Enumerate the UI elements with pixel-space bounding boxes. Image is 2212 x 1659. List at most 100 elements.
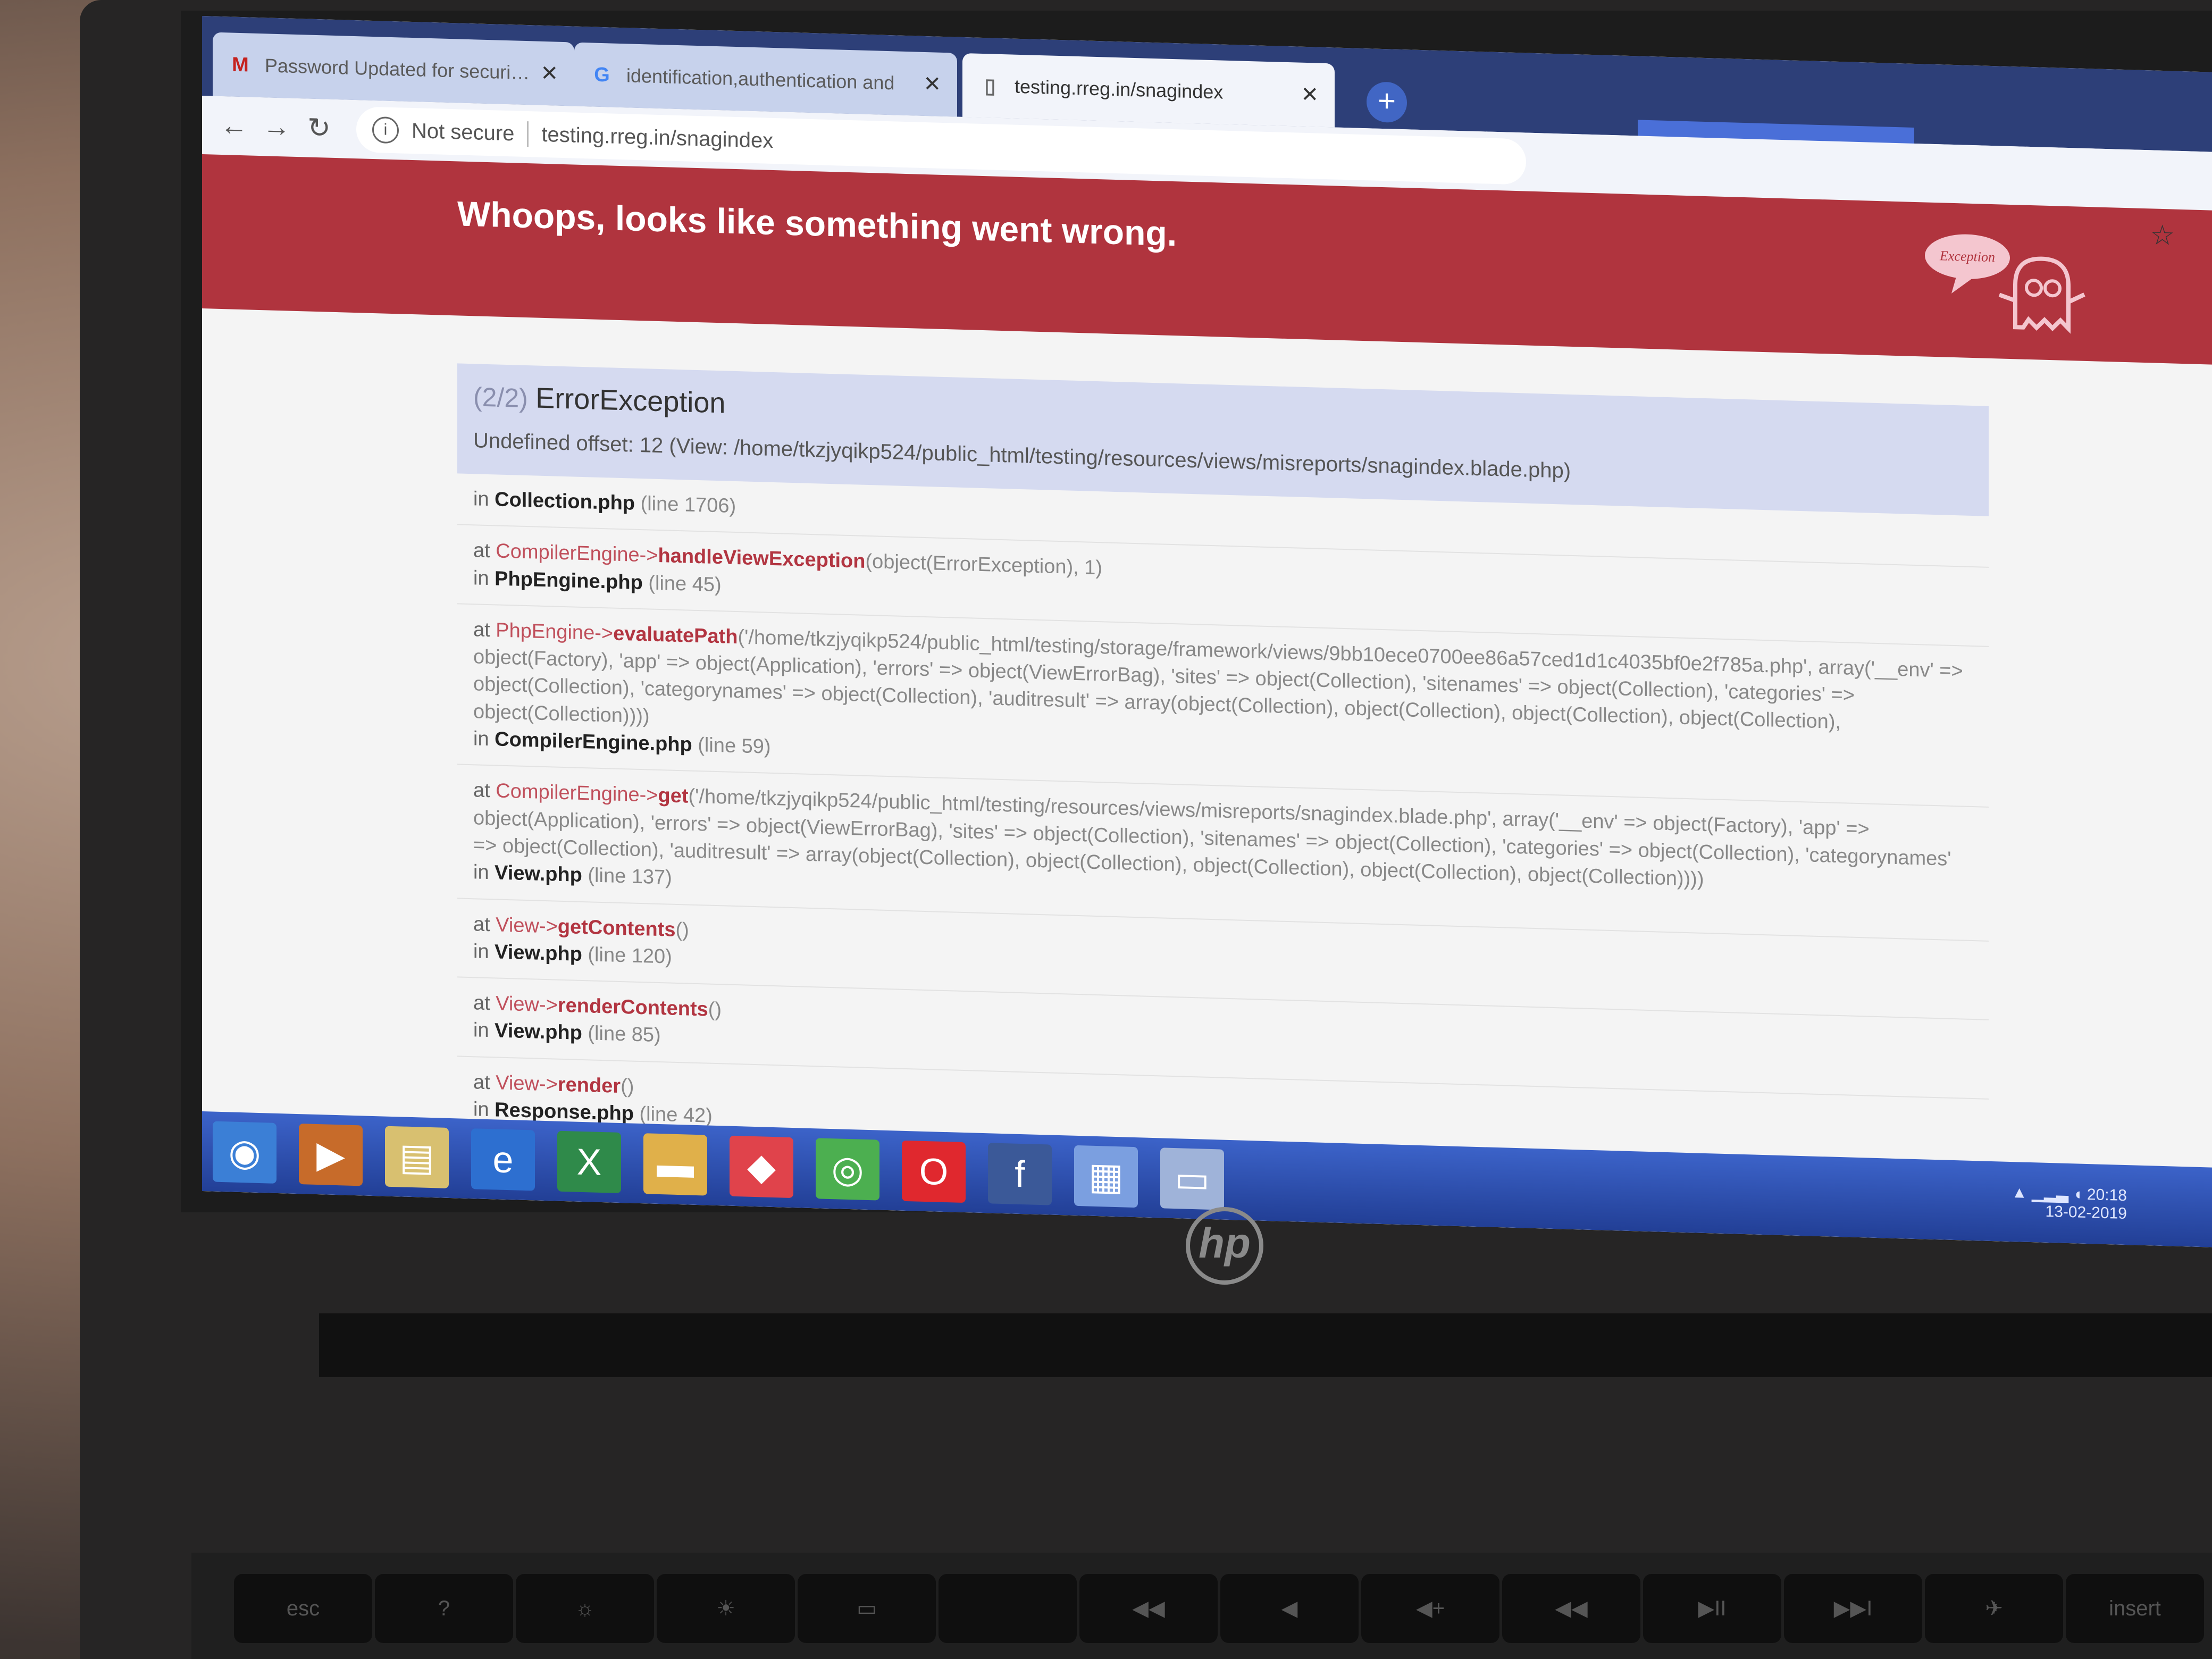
keyboard-key: ☀ — [657, 1574, 795, 1643]
internet-explorer-icon[interactable]: e — [471, 1128, 535, 1191]
tab-title: Password Updated for security n — [265, 54, 530, 84]
mascot-label: Exception — [1939, 248, 1995, 265]
in-prefix: in — [473, 940, 489, 963]
facebook-icon[interactable]: f — [988, 1143, 1052, 1205]
keyboard-key: ▶II — [1643, 1574, 1781, 1643]
frame-class: View — [496, 1071, 539, 1095]
volume-icon[interactable]: ◖ — [2073, 1185, 2082, 1203]
keyboard-key: ◀+ — [1361, 1574, 1499, 1643]
frame-arrow: -> — [594, 622, 614, 645]
at-prefix: at — [473, 912, 490, 936]
keyboard-key: ✈ — [1925, 1574, 2063, 1643]
frame-function: getContents — [557, 915, 676, 941]
show-hidden-icons-icon[interactable]: ▲ — [2012, 1184, 2027, 1202]
new-tab-button[interactable]: + — [1367, 81, 1407, 123]
excel-icon[interactable]: X — [557, 1130, 621, 1194]
in-prefix: in — [473, 861, 489, 884]
frame-arrow: -> — [539, 993, 558, 1017]
exception-card: (2/2) ErrorException Undefined offset: 1… — [457, 363, 1989, 1179]
frame-args: () — [675, 918, 689, 942]
tab-snagindex[interactable]: ▯ testing.rreg.in/snagindex ✕ — [962, 53, 1335, 128]
in-prefix: in — [473, 566, 489, 590]
file-explorer-icon[interactable]: ▤ — [385, 1126, 449, 1188]
clock-date[interactable]: 13-02-2019 — [2012, 1202, 2127, 1223]
close-icon[interactable]: ✕ — [1301, 82, 1319, 107]
frame-line: (line 59) — [698, 734, 771, 758]
close-icon[interactable]: ✕ — [923, 72, 941, 97]
info-icon[interactable]: i — [372, 116, 399, 144]
app-window-icon[interactable]: ▭ — [1160, 1147, 1224, 1210]
in-prefix: in — [473, 1098, 489, 1121]
frame-line: (line 85) — [588, 1022, 661, 1047]
divider — [527, 121, 529, 147]
frame-class: View — [496, 913, 539, 937]
page-title: Whoops, looks like something went wrong. — [457, 194, 1177, 254]
at-prefix: at — [473, 618, 490, 642]
frame-class: View — [496, 992, 539, 1016]
exception-ghost-icon: Exception — [1925, 234, 2085, 334]
frame-arrow: -> — [539, 1073, 558, 1096]
clock-time[interactable]: 20:18 — [2087, 1186, 2127, 1204]
laptop-screen: M Password Updated for security n ✕ G id… — [202, 16, 2212, 1247]
frame-file: View.php — [495, 861, 582, 887]
frame-line: (line 120) — [588, 943, 672, 968]
keyboard-key — [939, 1574, 1077, 1643]
at-prefix: at — [473, 992, 490, 1015]
keyboard-key: ☼ — [516, 1574, 654, 1643]
frame-function: render — [557, 1073, 621, 1097]
frame-line: (line 45) — [648, 572, 722, 596]
keyboard-key: esc — [234, 1574, 372, 1643]
frame-line: (line 137) — [588, 864, 672, 889]
frame-args: () — [621, 1075, 634, 1098]
page-icon: ▯ — [984, 74, 996, 98]
system-tray: ▲ ▁▂▃ ◖ 20:18 13-02-2019 — [2012, 1183, 2127, 1223]
start-button-icon[interactable]: ◉ — [213, 1121, 276, 1184]
exception-counter: (2/2) — [473, 382, 528, 414]
gmail-icon: M — [232, 53, 249, 76]
frame-args: (object(ErrorException), 1) — [865, 550, 1103, 580]
in-prefix: in — [473, 1019, 489, 1042]
media-player-icon[interactable]: ▶ — [299, 1124, 363, 1186]
at-prefix: at — [473, 539, 490, 563]
frame-arrow: -> — [539, 915, 558, 938]
tab-google-search[interactable]: G identification,authentication and ✕ — [574, 42, 957, 117]
in-prefix: in — [473, 488, 489, 511]
google-icon: G — [594, 63, 610, 86]
keyboard-key: ◀◀ — [1502, 1574, 1640, 1643]
back-button[interactable]: ← — [213, 110, 255, 143]
bookmark-star-icon[interactable]: ☆ — [2150, 219, 2175, 252]
chrome-icon[interactable]: ◎ — [816, 1138, 879, 1201]
keyboard-key: ◀◀ — [1079, 1574, 1218, 1643]
frame-function: get — [658, 784, 689, 808]
network-signal-icon[interactable]: ▁▂▃ — [2032, 1184, 2068, 1203]
anydesk-icon[interactable]: ◆ — [730, 1135, 793, 1199]
tab-title: identification,authentication and — [626, 64, 895, 94]
keyboard-key: ▶▶I — [1784, 1574, 1922, 1643]
exception-name: ErrorException — [535, 382, 726, 420]
frame-arrow: -> — [639, 544, 658, 567]
keyboard-key: ? — [375, 1574, 513, 1643]
document-icon[interactable]: ▦ — [1074, 1145, 1138, 1208]
frame-function: evaluatePath — [613, 622, 738, 649]
close-icon[interactable]: ✕ — [540, 61, 558, 86]
frame-class: CompilerEngine — [496, 780, 640, 807]
reload-button[interactable]: ↻ — [298, 112, 340, 145]
folder-icon[interactable]: ▬ — [643, 1133, 707, 1196]
opera-icon[interactable]: O — [902, 1140, 966, 1203]
hp-logo: hp — [1186, 1207, 1263, 1285]
frame-file: View.php — [495, 941, 582, 966]
url-text[interactable]: testing.rreg.in/snagindex — [541, 122, 773, 153]
frame-file: View.php — [495, 1019, 582, 1045]
frame-arrow: -> — [639, 784, 658, 807]
frame-class: PhpEngine — [496, 619, 595, 644]
frame-function: renderContents — [557, 994, 708, 1021]
keyboard-key: ◀ — [1220, 1574, 1359, 1643]
tab-gmail[interactable]: M Password Updated for security n ✕ — [213, 32, 574, 106]
frame-file: CompilerEngine.php — [495, 728, 692, 756]
forward-button[interactable]: → — [255, 111, 298, 144]
laptop-hinge — [319, 1313, 2212, 1377]
frame-line: (line 1706) — [640, 492, 736, 518]
frame-class: CompilerEngine — [496, 540, 640, 567]
keyboard-key: ▭ — [798, 1574, 936, 1643]
frame-file: Collection.php — [495, 488, 635, 515]
